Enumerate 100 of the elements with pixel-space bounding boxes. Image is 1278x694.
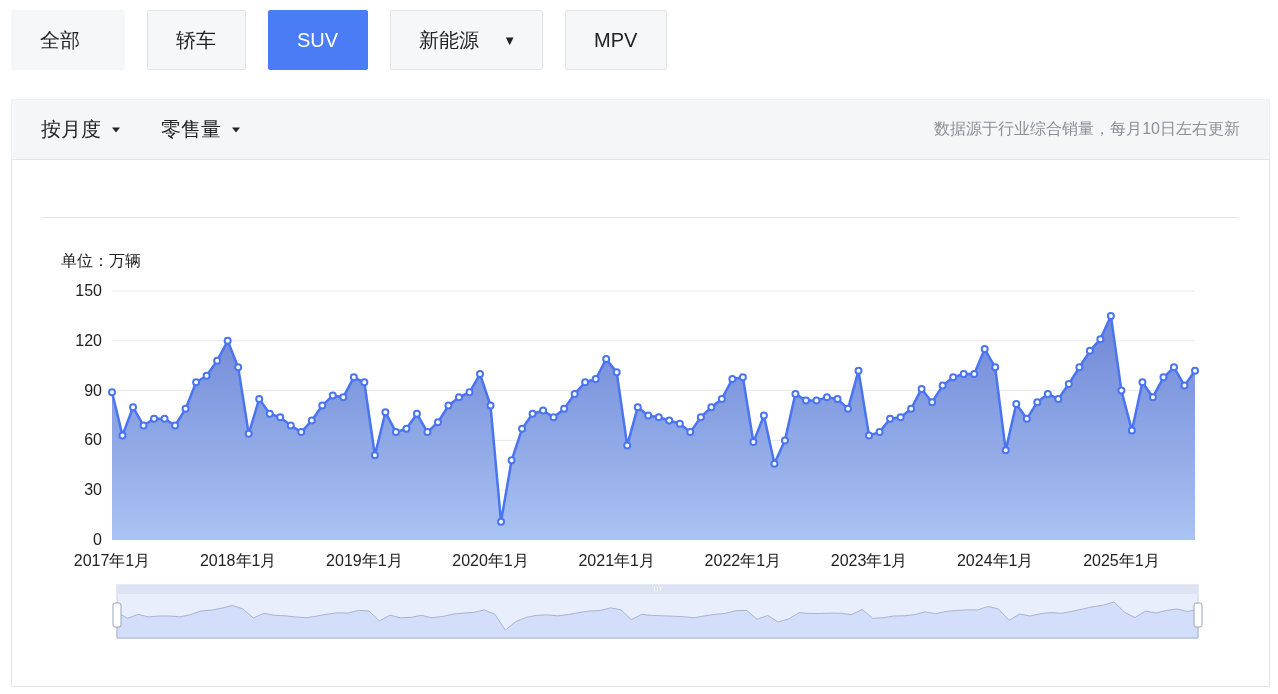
filter-tab[interactable]: SUV [268,10,369,70]
data-point [255,394,264,403]
data-point [844,404,852,413]
data-point [644,411,653,420]
data-point [213,356,222,365]
data-point [1127,426,1136,435]
y-axis-label: 120 [75,331,102,349]
y-axis-label: 0 [93,531,102,548]
data-point [623,441,632,450]
data-point [980,345,989,354]
data-point [108,388,116,397]
data-point [812,396,821,405]
data-point [654,413,663,422]
data-point [612,368,621,377]
data-point [717,394,726,403]
data-point [780,436,789,445]
filter-tab[interactable]: 轿车 [147,10,246,70]
data-point [560,404,569,413]
x-axis-label: 2020年1月 [452,552,529,569]
data-point [1075,363,1084,372]
data-point [791,389,800,398]
data-point [223,336,232,345]
data-point [412,409,421,418]
data-point [192,378,201,387]
data-point [465,388,474,397]
data-point [991,363,1000,372]
data-point [1022,414,1031,423]
data-point [686,428,695,437]
data-point [486,401,495,410]
data-point [234,363,243,372]
data-point [865,431,874,440]
data-point [528,409,537,418]
data-point [339,393,348,402]
data-point [633,403,642,412]
data-point [801,396,810,405]
data-point [150,414,159,423]
data-point [139,421,148,430]
dropdown-selector[interactable]: 零售量 [161,116,241,143]
data-point [171,421,180,430]
data-point [833,394,842,403]
data-point [1138,378,1147,387]
caret-icon: ▼ [503,32,516,48]
data-point [875,428,884,437]
data-point [423,428,432,437]
data-point [1012,399,1021,408]
data-point [1191,366,1199,375]
data-point [1148,393,1157,402]
x-axis-label: 2017年1月 [73,552,151,569]
data-point [276,413,285,422]
x-axis-label: 2019年1月 [326,552,403,569]
data-point [265,409,274,418]
data-point [381,408,390,417]
dropdown-selector[interactable]: 按月度 [41,116,121,143]
y-axis-label: 60 [84,431,102,449]
data-point [497,517,506,526]
x-axis-label: 2022年1月 [704,552,782,569]
data-point [328,391,337,400]
data-point [738,373,747,382]
filter-tab[interactable]: 新能源 ▼ [390,10,543,70]
data-point [360,378,369,387]
data-point [370,451,379,460]
data-point [1169,363,1178,372]
filter-tab[interactable]: 全部 [11,10,125,70]
data-point [286,421,295,430]
data-point [1054,394,1063,403]
data-point [1033,398,1042,407]
data-point [917,384,926,393]
data-point [507,456,516,465]
x-axis-label: 2021年1月 [578,552,655,569]
data-point [896,413,905,422]
data-point [928,398,937,407]
x-axis-label: 2023年1月 [830,552,908,569]
data-point [938,381,947,390]
data-point [1001,446,1010,455]
data-point [602,355,611,364]
data-point [307,416,316,425]
x-axis-label: 2025年1月 [1083,552,1160,569]
data-point [886,414,895,423]
data-point [455,393,463,402]
data-point [349,373,358,382]
data-point [1085,346,1094,355]
data-point [749,438,758,447]
data-point [118,431,127,440]
y-axis-label: 30 [84,481,102,499]
x-axis-label: 2024年1月 [956,552,1034,569]
filter-tab[interactable]: MPV [565,10,668,70]
data-point [129,403,138,412]
y-axis-label: 90 [84,381,102,399]
data-point [1159,373,1168,382]
data-point [476,370,484,378]
axis-unit-label: 单位：万辆 [61,252,141,269]
data-point [518,424,527,433]
data-point [160,414,169,423]
data-point [970,370,979,378]
data-point [244,429,253,438]
y-axis-label: 150 [75,282,102,299]
data-point [823,393,831,402]
data-point [391,428,400,437]
data-point [1117,386,1126,395]
data-point [202,371,211,380]
